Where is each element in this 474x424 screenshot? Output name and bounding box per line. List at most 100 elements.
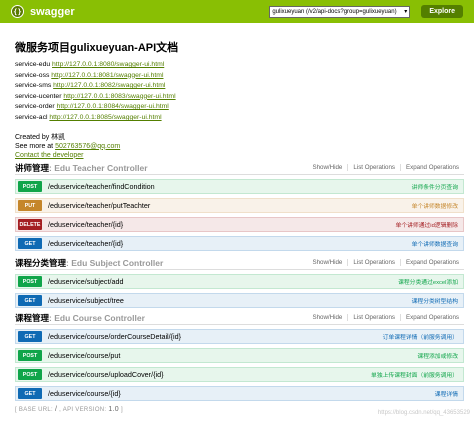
page-title: 微服务项目gulixueyuan-API文档 [15, 42, 179, 54]
top-header: {} swagger gulixueyuan (/v2/api-docs?gro… [0, 0, 474, 23]
api-definition-value: gulixueyuan (/v2/api-docs?group=gulixuey… [272, 8, 397, 15]
resource-header: 讲师管理: Edu Teacher Controller Show/Hide Lis… [15, 161, 464, 175]
service-url-link[interactable]: http://127.0.0.1:8085/swagger-ui.html [49, 114, 161, 121]
http-method-badge[interactable]: POST [18, 350, 42, 361]
http-method-badge[interactable]: GET [18, 295, 42, 306]
operation-row[interactable]: POST/eduservice/subject/add 课程分类通过excel添加 [15, 274, 464, 289]
operation-summary[interactable]: 课程分类通过excel添加 [398, 277, 458, 286]
http-method-badge[interactable]: GET [18, 388, 42, 399]
operation-summary[interactable]: 课程添加或修改 [417, 351, 458, 360]
service-line: service-sms http://127.0.0.1:8082/swagge… [15, 81, 474, 92]
resource-section: 课程分类管理: Edu Subject Controller Show/Hide L… [15, 256, 464, 314]
http-method-badge[interactable]: GET [18, 331, 42, 342]
http-method-badge[interactable]: DELETE [18, 219, 42, 230]
service-url-link[interactable]: http://127.0.0.1:8084/swagger-ui.html [57, 103, 169, 110]
operation-path[interactable]: /eduservice/teacher/putTeachter [48, 201, 150, 210]
api-definition-select[interactable]: gulixueyuan (/v2/api-docs?group=gulixuey… [269, 5, 411, 18]
operation-summary[interactable]: 单个讲师数据查询 [412, 239, 458, 248]
service-name: service-sms [15, 82, 52, 90]
expand-operations-link[interactable]: Expand Operations [400, 164, 464, 171]
operation-row[interactable]: GET/eduservice/course/orderCourseDetail/… [15, 329, 464, 344]
swagger-logo[interactable]: {} swagger [11, 5, 75, 18]
service-url-link[interactable]: http://127.0.0.1:8083/swagger-ui.html [63, 93, 175, 100]
resource-section: 讲师管理: Edu Teacher Controller Show/Hide Lis… [15, 161, 464, 257]
operation-row[interactable]: DELETE/eduservice/teacher/{id} 单个讲师通过id逻辑… [15, 217, 464, 232]
service-line: service-acl http://127.0.0.1:8085/swagge… [15, 113, 474, 124]
contact-developer-link[interactable]: Contact the developer [15, 152, 84, 159]
footer: [ BASE URL: / , API VERSION: 1.0 ] [15, 406, 123, 413]
resource-actions: Show/Hide List Operations Expand Operation… [307, 164, 464, 171]
service-line: service-edu http://127.0.0.1:8080/swagge… [15, 60, 474, 71]
operation-row[interactable]: POST/eduservice/course/uploadCover/{id} 单… [15, 367, 464, 382]
watermark: https://blog.csdn.net/qq_43653529 [377, 410, 470, 416]
operation-path[interactable]: /eduservice/teacher/findCondition [48, 182, 155, 191]
operation-summary[interactable]: 订单课程详情（前服务调用） [383, 332, 458, 341]
see-more-link[interactable]: 502763576@qq.com [55, 143, 120, 150]
service-url-link[interactable]: http://127.0.0.1:8082/swagger-ui.html [53, 82, 165, 89]
operation-row[interactable]: GET/eduservice/course/{id} 课程详情 [15, 386, 464, 401]
operation-summary[interactable]: 单个讲师数据修改 [412, 201, 458, 210]
http-method-badge[interactable]: PUT [18, 200, 42, 211]
operation-summary[interactable]: 单独上传课程封面（前服务调用） [371, 370, 458, 379]
service-url-link[interactable]: http://127.0.0.1:8080/swagger-ui.html [52, 61, 164, 68]
http-method-badge[interactable]: POST [18, 276, 42, 287]
operation-summary[interactable]: 单个讲师通过id逻辑删除 [396, 220, 458, 229]
list-operations-link[interactable]: List Operations [347, 314, 400, 321]
swagger-logo-text: swagger [30, 5, 75, 18]
http-method-badge[interactable]: GET [18, 238, 42, 249]
operation-summary[interactable]: 讲师条件分页查询 [412, 182, 458, 191]
created-by-text: Created by 林凯 [15, 133, 66, 141]
list-operations-link[interactable]: List Operations [347, 259, 400, 266]
resource-title[interactable]: 课程分类管理: Edu Subject Controller [15, 257, 163, 269]
operation-path[interactable]: /eduservice/subject/add [48, 277, 124, 286]
footer-close: ] [119, 407, 123, 413]
service-url-link[interactable]: http://127.0.0.1:8081/swagger-ui.html [51, 72, 163, 79]
http-method-badge[interactable]: POST [18, 369, 42, 380]
resource-controller: : Edu Subject Controller [66, 257, 164, 268]
operation-path[interactable]: /eduservice/course/uploadCover/{id} [48, 370, 163, 379]
resource-name: 课程分类管理 [15, 257, 67, 268]
expand-operations-link[interactable]: Expand Operations [400, 259, 464, 266]
explore-button[interactable]: Explore [421, 5, 463, 18]
list-operations-link[interactable]: List Operations [347, 164, 400, 171]
api-version-label: , API VERSION: [57, 407, 109, 413]
operation-path[interactable]: /eduservice/course/put [48, 351, 120, 360]
service-name: service-ucenter [15, 92, 62, 100]
swagger-logo-icon: {} [11, 5, 24, 18]
expand-operations-link[interactable]: Expand Operations [400, 314, 464, 321]
http-method-badge[interactable]: POST [18, 181, 42, 192]
operation-row[interactable]: PUT/eduservice/teacher/putTeachter 单个讲师数据… [15, 198, 464, 213]
operation-path[interactable]: /eduservice/teacher/{id} [48, 239, 123, 248]
show-hide-link[interactable]: Show/Hide [307, 164, 347, 171]
service-name: service-order [15, 103, 55, 111]
service-name: service-oss [15, 71, 50, 79]
operation-path[interactable]: /eduservice/subject/tree [48, 296, 124, 305]
operation-path[interactable]: /eduservice/teacher/{id} [48, 220, 123, 229]
resource-section: 课程管理: Edu Course Controller Show/Hide List… [15, 311, 464, 407]
service-name: service-acl [15, 113, 48, 121]
operation-row[interactable]: GET/eduservice/teacher/{id} 单个讲师数据查询 [15, 236, 464, 251]
api-version-value: 1.0 [108, 406, 119, 413]
resource-title[interactable]: 讲师管理: Edu Teacher Controller [15, 162, 148, 174]
operation-row[interactable]: POST/eduservice/teacher/findCondition 讲师条… [15, 179, 464, 194]
show-hide-link[interactable]: Show/Hide [307, 259, 347, 266]
contact: Contact the developer [15, 151, 474, 160]
operation-path[interactable]: /eduservice/course/orderCourseDetail/{id… [48, 332, 181, 341]
chevron-down-icon: ▾ [404, 9, 408, 15]
operation-path[interactable]: /eduservice/course/{id} [48, 389, 121, 398]
base-url-label: [ BASE URL: [15, 407, 55, 413]
see-more: See more at 502763576@qq.com [15, 142, 474, 151]
api-info: 微服务项目gulixueyuan-API文档 service-edu http:… [0, 23, 474, 160]
service-name: service-edu [15, 61, 51, 68]
show-hide-link[interactable]: Show/Hide [307, 314, 347, 321]
operation-summary[interactable]: 课程分类树型结构 [412, 296, 458, 305]
resource-name: 讲师管理 [15, 162, 50, 173]
resource-actions: Show/Hide List Operations Expand Operation… [307, 259, 464, 266]
resource-title[interactable]: 课程管理: Edu Course Controller [15, 312, 145, 324]
resource-header: 课程分类管理: Edu Subject Controller Show/Hide L… [15, 256, 464, 270]
service-line: service-ucenter http://127.0.0.1:8083/sw… [15, 92, 474, 103]
operation-row[interactable]: GET/eduservice/subject/tree 课程分类树型结构 [15, 293, 464, 308]
service-line: service-order http://127.0.0.1:8084/swag… [15, 102, 474, 113]
operation-row[interactable]: POST/eduservice/course/put 课程添加或修改 [15, 348, 464, 363]
operation-summary[interactable]: 课程详情 [435, 389, 458, 398]
